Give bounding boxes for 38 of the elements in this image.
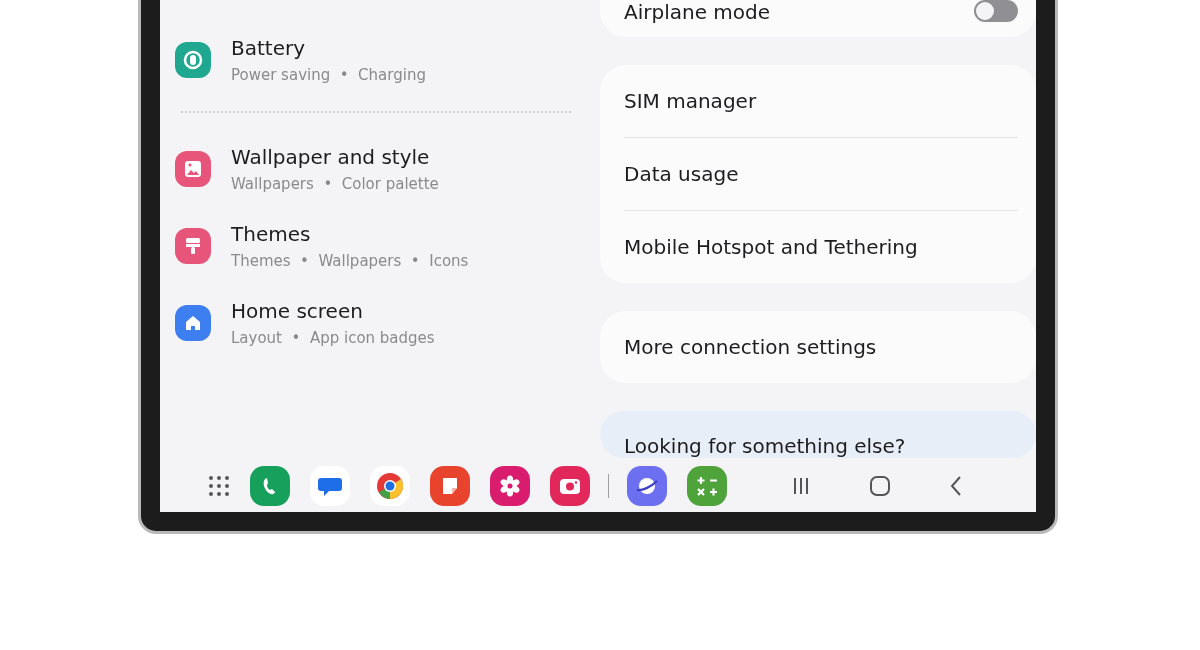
browser-logo-icon (375, 471, 405, 501)
calculator-icon (695, 474, 719, 498)
setting-title[interactable]: Themes (231, 222, 469, 246)
app-icon[interactable] (370, 466, 410, 506)
setting-title[interactable]: Home screen (231, 299, 435, 323)
setting-title[interactable]: Wallpaper and style (231, 145, 439, 169)
back-icon[interactable] (949, 475, 963, 497)
toggle-switch[interactable] (974, 0, 1018, 22)
battery-icon (182, 49, 204, 71)
app-icon[interactable] (310, 466, 350, 506)
app-icon[interactable] (627, 466, 667, 506)
picture-icon (183, 159, 203, 179)
setting-label[interactable]: SIM manager (624, 89, 757, 113)
app-icon[interactable] (430, 466, 470, 506)
paintbrush-icon (183, 236, 203, 256)
flower-icon (498, 474, 522, 498)
setting-label[interactable]: Mobile Hotspot and Tethering (624, 235, 918, 259)
home-icon (183, 313, 203, 333)
apps-grid-icon[interactable] (208, 475, 230, 497)
app-icon[interactable] (250, 466, 290, 506)
setting-title[interactable]: Battery (231, 36, 426, 60)
setting-label[interactable]: Airplane mode (624, 0, 771, 24)
settings-icon-tile[interactable] (175, 228, 211, 264)
settings-icon-tile[interactable] (175, 305, 211, 341)
app-icon[interactable] (490, 466, 530, 506)
recents-icon[interactable] (791, 476, 811, 496)
setting-subtitle: Layout • App icon badges (231, 329, 435, 347)
app-icon[interactable] (687, 466, 727, 506)
home-button-icon[interactable] (869, 475, 891, 497)
settings-icon-tile[interactable] (175, 151, 211, 187)
setting-label[interactable]: More connection settings (624, 335, 877, 359)
setting-label[interactable]: Data usage (624, 162, 739, 186)
settings-icon-tile[interactable] (175, 42, 211, 78)
setting-subtitle: Power saving • Charging (231, 66, 426, 84)
setting-label[interactable]: Looking for something else? (624, 434, 906, 458)
setting-subtitle: Wallpapers • Color palette (231, 175, 439, 193)
setting-subtitle: Themes • Wallpapers • Icons (231, 252, 469, 270)
app-icon[interactable] (550, 466, 590, 506)
